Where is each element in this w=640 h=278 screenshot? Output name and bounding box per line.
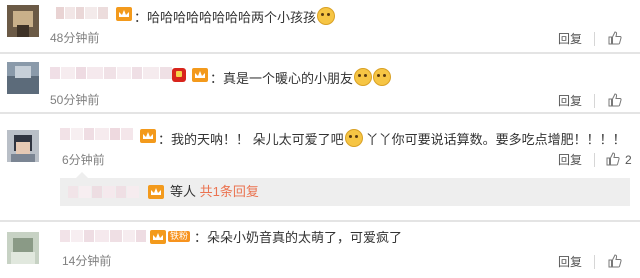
subreply-summary: 等人 共1条回复 [170, 184, 259, 200]
subreply-username-blurred[interactable] [68, 186, 140, 200]
comment-card-4: 铁粉 ：朵朵小奶音真的太萌了，可爱疯了 14分钟前 回复 [0, 224, 640, 278]
avatar[interactable] [7, 5, 39, 37]
fan-badge: 铁粉 [168, 231, 191, 242]
comment-timestamp: 14分钟前 [62, 254, 112, 268]
vip-crown-icon [150, 230, 166, 244]
like-count: 2 [625, 153, 632, 167]
comment-card-1: ：哈哈哈哈哈哈哈哈两个小孩孩 48分钟前 回复 [0, 0, 640, 52]
avatar[interactable] [7, 232, 39, 264]
avatar[interactable] [7, 130, 39, 162]
comment-text: ：哈哈哈哈哈哈哈哈两个小孩孩 [134, 7, 336, 26]
thumbs-up-icon[interactable] [608, 254, 622, 268]
surprised-emoji-icon [344, 129, 363, 147]
smiley-emoji-icon [317, 7, 336, 25]
comment-timestamp: 50分钟前 [50, 93, 100, 107]
subreply-count-link[interactable]: 共1条回复 [200, 184, 259, 199]
comment-text-body: ：朵朵小奶音真的太萌了，可爱疯了 [194, 230, 403, 245]
laugh-emoji-icon [354, 68, 373, 86]
laugh-emoji-icon [373, 68, 392, 86]
comment-text: ：我的天呐！！ 朵儿太可爱了吧 丫丫你可要说话算数。要多吃点增肥！！！！ [158, 129, 626, 148]
comment-divider [0, 52, 640, 54]
vip-crown-icon [116, 7, 132, 21]
comment-timestamp: 6分钟前 [62, 153, 105, 167]
comment-divider [0, 112, 640, 114]
vip-crown-icon [148, 185, 164, 199]
comment-text-body: ：我的天呐！！ 朵儿太可爱了吧 [158, 132, 344, 147]
vip-crown-icon [192, 68, 208, 82]
subreply-pointer [76, 172, 88, 178]
username-blurred[interactable] [56, 7, 109, 21]
thumbs-up-icon[interactable] [608, 31, 622, 45]
reply-button[interactable]: 回复 [558, 94, 582, 108]
comment-card-3: ：我的天呐！！ 朵儿太可爱了吧 丫丫你可要说话算数。要多吃点增肥！！！！ 6分钟前… [0, 118, 640, 218]
red-badge-icon [172, 68, 186, 82]
comment-card-2: ：真是一个暖心的小朋友 50分钟前 回复 [0, 58, 640, 108]
separator [594, 94, 595, 108]
comment-timestamp: 48分钟前 [50, 31, 100, 45]
username-blurred[interactable] [60, 128, 134, 142]
subreply-box: 等人 共1条回复 [60, 172, 630, 206]
comment-text-body: ：哈哈哈哈哈哈哈哈两个小孩孩 [134, 10, 317, 25]
reply-button[interactable]: 回复 [558, 255, 582, 269]
separator [594, 153, 595, 167]
subreply-people-label: 等人 [170, 184, 197, 199]
comment-divider [0, 220, 640, 222]
comment-text: ：真是一个暖心的小朋友 [210, 68, 392, 87]
username-blurred[interactable] [60, 230, 147, 244]
reply-button[interactable]: 回复 [558, 153, 582, 167]
separator [594, 255, 595, 269]
thumbs-up-icon[interactable] [608, 93, 622, 107]
reply-button[interactable]: 回复 [558, 32, 582, 46]
username-blurred[interactable] [50, 67, 173, 81]
thumbs-up-icon[interactable] [606, 152, 620, 166]
avatar[interactable] [7, 62, 39, 94]
vip-crown-icon [140, 129, 156, 143]
separator [594, 32, 595, 46]
comment-text-body: ：真是一个暖心的小朋友 [210, 71, 354, 86]
comment-text-continued: 丫丫你可要说话算数。要多吃点增肥！！！！ [365, 132, 626, 147]
comment-text: ：朵朵小奶音真的太萌了，可爱疯了 [194, 230, 402, 246]
